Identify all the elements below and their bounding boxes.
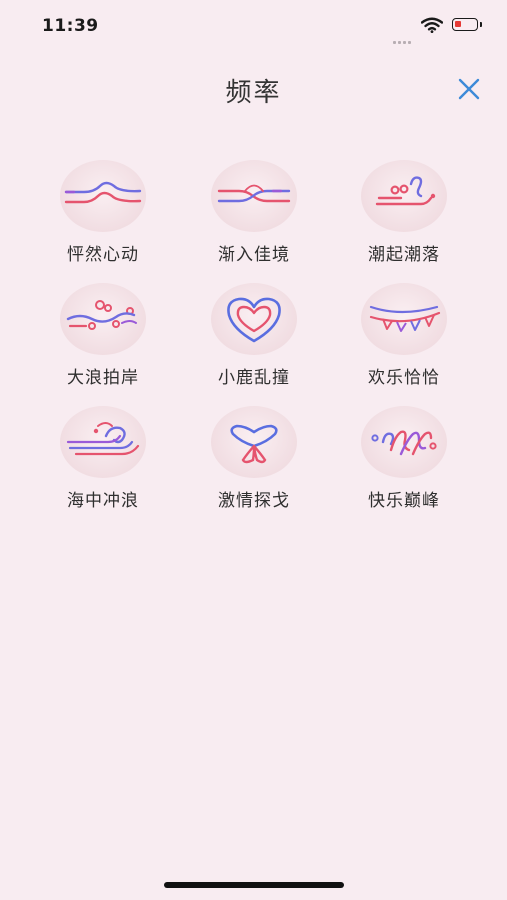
- mode-item-1[interactable]: 怦然心动: [33, 160, 173, 265]
- surf-wave-icon: [66, 422, 140, 456]
- page-title: 频率: [225, 78, 282, 108]
- close-icon[interactable]: [456, 76, 482, 102]
- mode-label: 潮起潮落: [368, 245, 440, 265]
- home-indicator[interactable]: [164, 882, 344, 888]
- mode-icon-circle: [211, 160, 297, 232]
- tango-loop-icon: [230, 424, 278, 464]
- wave-crossing-icon: [217, 184, 291, 203]
- status-time: 11:39: [42, 16, 99, 36]
- mode-item-8[interactable]: 激情探戈: [184, 406, 324, 511]
- mode-label: 大浪拍岸: [67, 368, 139, 388]
- wave-bubbles-icon: [66, 300, 137, 330]
- bunting-flags-icon: [369, 305, 441, 332]
- mode-item-7[interactable]: 海中冲浪: [33, 406, 173, 511]
- wave-curl-icon: [375, 176, 436, 206]
- mode-icon-circle: [361, 160, 447, 232]
- mode-icon-circle: [361, 406, 447, 478]
- wifi-icon: [421, 17, 443, 33]
- mode-label: 渐入佳境: [218, 245, 290, 265]
- mode-label: 激情探戈: [218, 491, 290, 511]
- mode-item-6[interactable]: 欢乐恰恰: [334, 283, 474, 388]
- battery-icon: [452, 18, 482, 31]
- mode-item-9[interactable]: 快乐巅峰: [334, 406, 474, 511]
- mode-item-4[interactable]: 大浪拍岸: [33, 283, 173, 388]
- mode-icon-circle: [60, 283, 146, 355]
- mode-icon-circle: [60, 160, 146, 232]
- mode-icon-circle: [211, 283, 297, 355]
- peak-waves-icon: [371, 430, 437, 456]
- cellular-signal-icon: [393, 29, 417, 44]
- mode-icon-circle: [60, 406, 146, 478]
- mode-label: 快乐巅峰: [368, 491, 440, 511]
- wave-heartbeat-icon: [64, 181, 142, 204]
- mode-icon-circle: [211, 406, 297, 478]
- mode-item-5[interactable]: 小鹿乱撞: [184, 283, 324, 388]
- mode-icon-circle: [361, 283, 447, 355]
- mode-label: 小鹿乱撞: [218, 368, 290, 388]
- mode-label: 海中冲浪: [67, 491, 139, 511]
- mode-item-2[interactable]: 渐入佳境: [184, 160, 324, 265]
- mode-label: 怦然心动: [67, 245, 139, 265]
- status-bar: 11:39: [0, 0, 507, 50]
- mode-item-3[interactable]: 潮起潮落: [334, 160, 474, 265]
- mode-label: 欢乐恰恰: [368, 368, 440, 388]
- heart-icon: [227, 297, 281, 343]
